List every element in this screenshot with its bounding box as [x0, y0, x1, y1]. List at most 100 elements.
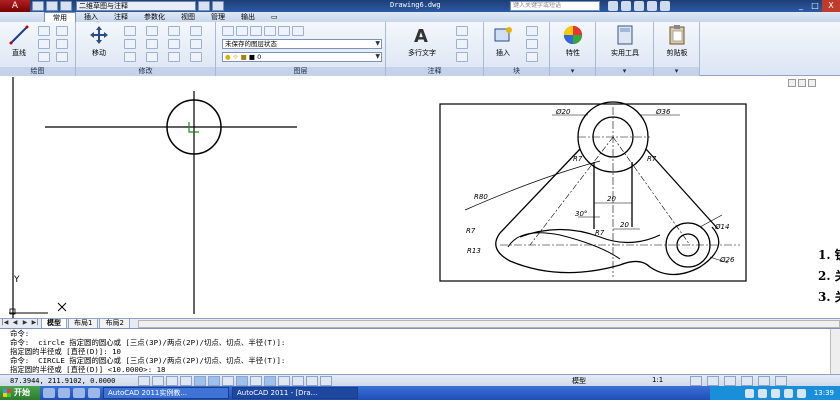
fillet-icon[interactable]: [168, 39, 180, 49]
dynamic-input-toggle[interactable]: [264, 375, 276, 386]
ortho-mode-toggle[interactable]: [180, 375, 192, 386]
tab-output[interactable]: 输出: [233, 12, 263, 22]
circle-icon[interactable]: [38, 39, 50, 49]
move-button[interactable]: 移动: [80, 24, 118, 58]
taskbar-item-tutorial[interactable]: AutoCAD 2011实例教...: [103, 387, 229, 399]
layer-state-dropdown[interactable]: 未保存的图层状态 ▼: [222, 39, 382, 49]
last-tab-icon[interactable]: ▶|: [30, 319, 40, 328]
panel-title-utilities[interactable]: ▾: [596, 67, 653, 76]
drawing-canvas[interactable]: Y Ø20 Ø36 R7 R7 R80 20 30° 20 R7 R7 R13 …: [0, 77, 840, 318]
layer-current-dropdown[interactable]: ● ☼ ■ ■ 0 ▼: [222, 52, 382, 62]
next-tab-icon[interactable]: ▶: [20, 319, 30, 328]
quicklaunch-browser-icon[interactable]: [43, 388, 55, 398]
autocad-logo-icon[interactable]: A: [0, 0, 30, 12]
workspace-dropdown[interactable]: 二维草图与注释: [76, 1, 196, 11]
help-icon[interactable]: [660, 1, 670, 11]
network-icon[interactable]: [744, 388, 754, 398]
command-scrollbar[interactable]: [830, 329, 840, 375]
tab-parametric[interactable]: 参数化: [136, 12, 173, 22]
properties-button[interactable]: 特性: [554, 24, 592, 58]
annotation-visibility-icon[interactable]: [690, 376, 702, 386]
minimize-button[interactable]: _: [794, 0, 808, 12]
quicklaunch-media-icon[interactable]: [73, 388, 85, 398]
tab-annotate[interactable]: 注释: [106, 12, 136, 22]
undo-icon[interactable]: [198, 1, 210, 11]
array-icon[interactable]: [168, 52, 180, 62]
quick-properties-toggle[interactable]: [306, 375, 318, 386]
offset-icon[interactable]: [190, 39, 202, 49]
redo-icon[interactable]: [212, 1, 224, 11]
utilities-button[interactable]: 实用工具: [602, 24, 648, 58]
scale-icon[interactable]: [146, 52, 158, 62]
clipboard-button[interactable]: 剪贴板: [658, 24, 696, 58]
dimension-icon[interactable]: [456, 26, 468, 36]
join-icon[interactable]: [190, 52, 202, 62]
lineweight-toggle[interactable]: [278, 375, 290, 386]
layer-freeze-icon[interactable]: [278, 26, 290, 36]
open-icon[interactable]: [46, 1, 58, 11]
clean-screen-icon[interactable]: [775, 376, 787, 386]
layer-previous-icon[interactable]: [250, 26, 262, 36]
infer-constraints-toggle[interactable]: [138, 375, 150, 386]
coordinate-readout[interactable]: 87.3944, 211.9102, 0.0000: [0, 377, 138, 385]
transparency-toggle[interactable]: [292, 375, 304, 386]
layer-properties-icon[interactable]: [222, 26, 234, 36]
table-icon[interactable]: [456, 52, 468, 62]
tab-manage[interactable]: 管理: [203, 12, 233, 22]
layer-isolate-icon[interactable]: [264, 26, 276, 36]
panel-title-clipboard[interactable]: ▾: [654, 67, 699, 76]
selection-cycling-toggle[interactable]: [320, 375, 332, 386]
close-button[interactable]: X: [822, 0, 840, 12]
polar-tracking-toggle[interactable]: [194, 375, 206, 386]
save-icon[interactable]: [60, 1, 72, 11]
panel-title-layers[interactable]: 图层: [216, 67, 385, 76]
tab-home[interactable]: 常用: [44, 12, 76, 22]
line-button[interactable]: 直线: [0, 24, 38, 58]
snap-mode-toggle[interactable]: [152, 375, 164, 386]
mtext-button[interactable]: A 多行文字: [400, 24, 444, 58]
layer-off-icon[interactable]: [292, 26, 304, 36]
leader-icon[interactable]: [456, 39, 468, 49]
hatch-icon[interactable]: [56, 39, 68, 49]
hardware-accel-icon[interactable]: [741, 376, 753, 386]
communication-icon[interactable]: [634, 1, 644, 11]
object-snap-tracking-toggle[interactable]: [236, 375, 248, 386]
first-tab-icon[interactable]: |◀: [0, 319, 10, 328]
search-input[interactable]: 键入关键字或短语: [510, 1, 600, 11]
create-block-icon[interactable]: [526, 26, 538, 36]
binoculars-icon[interactable]: [608, 1, 618, 11]
horizontal-scrollbar[interactable]: [137, 319, 840, 328]
command-prompt-line[interactable]: 指定圆的半径或 [直径(D)] <10.0000>: 18: [0, 365, 840, 374]
taskbar-item-autocad[interactable]: AutoCAD 2011 - [Dra...: [232, 387, 358, 399]
star-icon[interactable]: [647, 1, 657, 11]
prev-tab-icon[interactable]: ◀: [10, 319, 20, 328]
ellipse-icon[interactable]: [56, 52, 68, 62]
construction-circle[interactable]: [45, 91, 297, 314]
workspace-switch-icon[interactable]: [707, 376, 719, 386]
copy-icon[interactable]: [124, 39, 136, 49]
ime-icon[interactable]: [783, 388, 793, 398]
stretch-icon[interactable]: [124, 52, 136, 62]
rotate-icon[interactable]: [124, 26, 136, 36]
start-button[interactable]: 开始: [0, 386, 40, 400]
lock-icon[interactable]: [724, 376, 736, 386]
panel-title-modify[interactable]: 修改: [76, 67, 215, 76]
grid-display-toggle[interactable]: [166, 375, 178, 386]
security-icon[interactable]: [770, 388, 780, 398]
maximize-button[interactable]: □: [808, 0, 822, 12]
command-window[interactable]: 命令: 命令: circle 指定圆的圆心或 [三点(3P)/两点(2P)/切点…: [0, 328, 840, 375]
model-space-button[interactable]: 模型: [572, 376, 586, 386]
explode-icon[interactable]: [190, 26, 202, 36]
update-icon[interactable]: [796, 388, 806, 398]
panel-title-properties[interactable]: ▾: [550, 67, 595, 76]
ribbon-toggle-icon[interactable]: ▭: [263, 12, 286, 22]
panel-title-annotation[interactable]: 注释: [386, 67, 483, 76]
tab-insert[interactable]: 插入: [76, 12, 106, 22]
layer-match-icon[interactable]: [236, 26, 248, 36]
dynamic-ucs-toggle[interactable]: [250, 375, 262, 386]
isolate-objects-icon[interactable]: [758, 376, 770, 386]
quicklaunch-desktop-icon[interactable]: [58, 388, 70, 398]
subscription-icon[interactable]: [621, 1, 631, 11]
tab-view[interactable]: 视图: [173, 12, 203, 22]
mirror-icon[interactable]: [146, 39, 158, 49]
